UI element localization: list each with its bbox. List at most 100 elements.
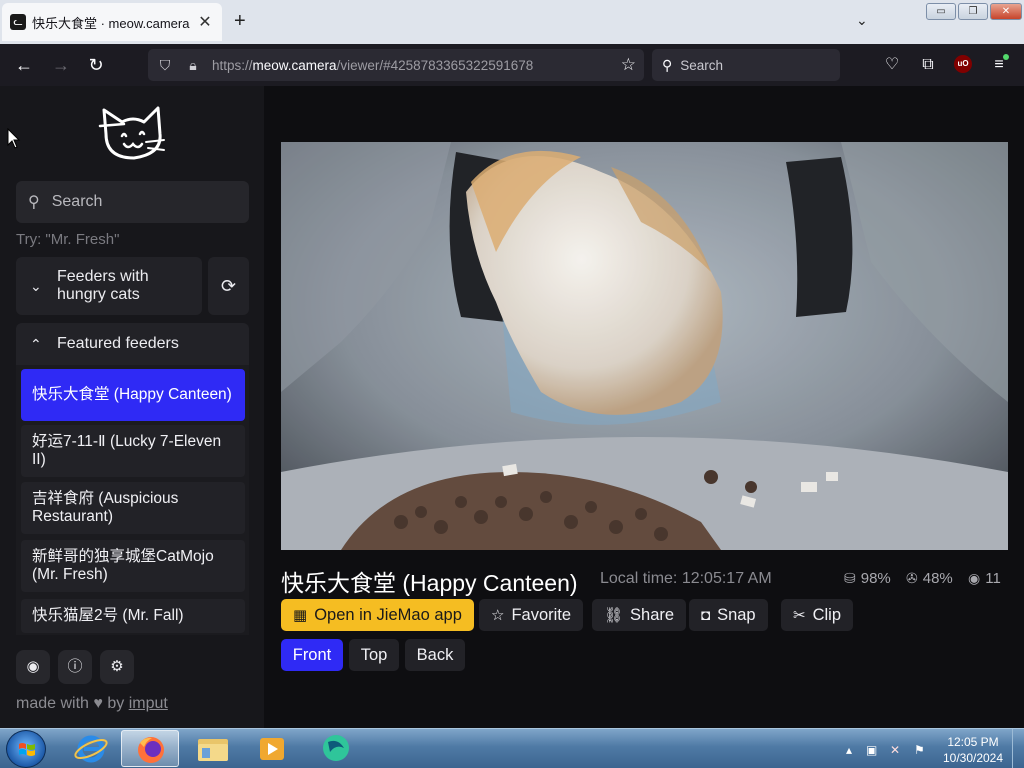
feeder-search-input[interactable]: ⚲ Search: [16, 181, 249, 223]
cat-logo-icon[interactable]: [96, 102, 170, 166]
firefox-icon: [138, 737, 164, 763]
food-level-value: 98%: [860, 570, 891, 587]
firefox-taskbar-button[interactable]: [121, 730, 179, 767]
feeder-label: 新鲜哥的独享城堡CatMojo (Mr. Fresh): [32, 548, 214, 583]
clip-button[interactable]: ✂ Clip: [781, 599, 854, 631]
network-icon[interactable]: ▣: [866, 743, 877, 757]
feeder-title: 快乐大食堂 (Happy Canteen): [281, 570, 578, 596]
view-front-button[interactable]: Front: [281, 639, 343, 671]
view-top-button[interactable]: Top: [349, 639, 399, 671]
eye-icon: ◉: [968, 570, 981, 586]
internet-explorer-taskbar-button[interactable]: [62, 730, 120, 767]
back-arrow-icon[interactable]: ←: [13, 54, 35, 76]
info-icon: ⓘ: [67, 658, 83, 675]
folder-icon: [198, 739, 228, 761]
open-in-app-label: Open in JieMao app: [314, 605, 462, 624]
browser-titlebar: ᓚ 快乐大食堂 · meow.camera ✕ + ⌄ ▭ ❐ ✕: [0, 0, 1024, 44]
feeder-list: 快乐大食堂 (Happy Canteen) 好运7-11-Ⅱ (Lucky 7-…: [16, 365, 249, 635]
camera-stream[interactable]: [281, 142, 1008, 550]
viewers-stat: ◉ 11: [968, 570, 1001, 587]
heart-icon: ♥: [93, 695, 103, 712]
scissors-icon: ✂: [793, 607, 806, 624]
viewers-value: 11: [985, 570, 1001, 587]
browser-search-bar[interactable]: ⚲ Search: [652, 49, 840, 81]
window-close-button[interactable]: ✕: [990, 3, 1022, 20]
camera-frame-image: [281, 142, 1008, 550]
link-icon: ⛓: [604, 607, 624, 624]
settings-button[interactable]: ⚙: [100, 650, 134, 684]
feeder-item-lucky-7-eleven[interactable]: 好运7-11-Ⅱ (Lucky 7-Eleven II): [21, 425, 245, 477]
share-button[interactable]: ⛓ Share: [592, 599, 687, 631]
favorite-label: Favorite: [511, 605, 572, 624]
search-icon: ⚲: [662, 56, 673, 73]
group-featured-feeders[interactable]: ⌃ Featured feeders: [16, 323, 249, 365]
browser-search-placeholder: Search: [680, 57, 724, 73]
snap-button[interactable]: ◘ Snap: [689, 599, 768, 631]
new-tab-button[interactable]: +: [234, 10, 246, 32]
os-taskbar: ▴ ▣ ✕ ⚑ 12:05 PM 10/30/2024: [0, 728, 1024, 768]
local-time: Local time: 12:05:17 AM: [600, 570, 772, 587]
volume-muted-icon[interactable]: ✕: [890, 743, 900, 757]
shield-icon[interactable]: ⛉: [154, 57, 176, 74]
star-icon: ☆: [491, 607, 505, 624]
refresh-button[interactable]: ⟳: [208, 257, 249, 315]
app-icon: [323, 735, 349, 761]
show-hidden-icons-icon[interactable]: ▴: [846, 743, 852, 757]
reload-icon[interactable]: ↻: [85, 54, 107, 76]
satellite-icon: ✇: [906, 570, 918, 586]
discord-icon: ◉: [26, 658, 40, 675]
feeder-item-happy-canteen[interactable]: 快乐大食堂 (Happy Canteen): [21, 369, 245, 421]
clip-label: Clip: [812, 605, 842, 624]
camera-icon: ◘: [701, 606, 711, 624]
open-in-app-button[interactable]: ▦ Open in JieMao app: [281, 599, 474, 631]
footer-by: by: [107, 695, 125, 712]
windows-logo-icon: [19, 743, 35, 756]
feeder-item-mr-fresh[interactable]: 新鲜哥的独享城堡CatMojo (Mr. Fresh): [21, 540, 245, 592]
clock-time: 12:05 PM: [947, 735, 999, 749]
close-tab-icon[interactable]: ✕: [196, 12, 214, 32]
chevron-down-icon: ⌄: [30, 277, 42, 294]
browser-tab[interactable]: ᓚ 快乐大食堂 · meow.camera ✕: [2, 3, 222, 41]
forward-arrow-icon[interactable]: →: [50, 54, 72, 76]
media-player-icon: [260, 738, 284, 760]
footer-credit: made with ♥ by imput: [16, 695, 168, 713]
discord-button[interactable]: ◉: [16, 650, 50, 684]
start-button[interactable]: [6, 730, 46, 768]
food-level-stat: ⛁ 98%: [844, 570, 891, 587]
feeder-search-placeholder: Search: [51, 193, 103, 210]
imput-link[interactable]: imput: [129, 695, 168, 712]
feeder-item-auspicious-restaurant[interactable]: 吉祥食府 (Auspicious Restaurant): [21, 482, 245, 534]
feeder-label: 快乐猫屋2号 (Mr. Fall): [32, 607, 184, 624]
search-hint: Try: "Mr. Fresh": [16, 231, 120, 248]
refresh-icon: ⟳: [220, 276, 237, 296]
taskbar-clock[interactable]: 12:05 PM 10/30/2024: [938, 734, 1008, 766]
battery-value: 48%: [922, 570, 953, 587]
view-front-label: Front: [292, 646, 332, 664]
tab-title: 快乐大食堂 · meow.camera: [32, 15, 190, 31]
url-bar[interactable]: ⛉ 🔒︎ https://meow.camera/viewer/#4258783…: [148, 49, 644, 81]
group-hungry-label: Feeders with hungry cats: [57, 268, 149, 303]
lock-icon[interactable]: 🔒︎: [182, 57, 204, 74]
show-desktop-button[interactable]: [1012, 729, 1024, 768]
group-hungry-cats[interactable]: ⌄ Feeders with hungry cats: [16, 257, 202, 315]
info-button[interactable]: ⓘ: [58, 650, 92, 684]
chevron-up-icon: ⌃: [30, 335, 42, 352]
maximize-button[interactable]: ❐: [958, 3, 988, 20]
minimize-button[interactable]: ▭: [926, 3, 956, 20]
extensions-icon[interactable]: ⧉: [917, 55, 939, 75]
bookmark-star-icon[interactable]: ☆: [621, 55, 636, 75]
pocket-icon[interactable]: ♡: [881, 55, 903, 75]
feeder-item-mr-fall[interactable]: 快乐猫屋2号 (Mr. Fall): [21, 599, 245, 633]
explorer-taskbar-button[interactable]: [184, 730, 242, 767]
app-taskbar-button[interactable]: [306, 730, 364, 767]
clock-date: 10/30/2024: [942, 751, 1004, 765]
qr-code-icon: ▦: [293, 607, 308, 624]
chevron-down-icon[interactable]: ⌄: [856, 12, 868, 29]
view-top-label: Top: [360, 646, 388, 664]
url-text[interactable]: https://meow.camera/viewer/#425878336532…: [212, 58, 621, 73]
media-player-taskbar-button[interactable]: [243, 730, 301, 767]
action-center-flag-icon[interactable]: ⚑: [914, 743, 925, 757]
view-back-button[interactable]: Back: [405, 639, 465, 671]
favorite-button[interactable]: ☆ Favorite: [479, 599, 584, 631]
ublock-origin-icon[interactable]: uO: [954, 55, 972, 73]
